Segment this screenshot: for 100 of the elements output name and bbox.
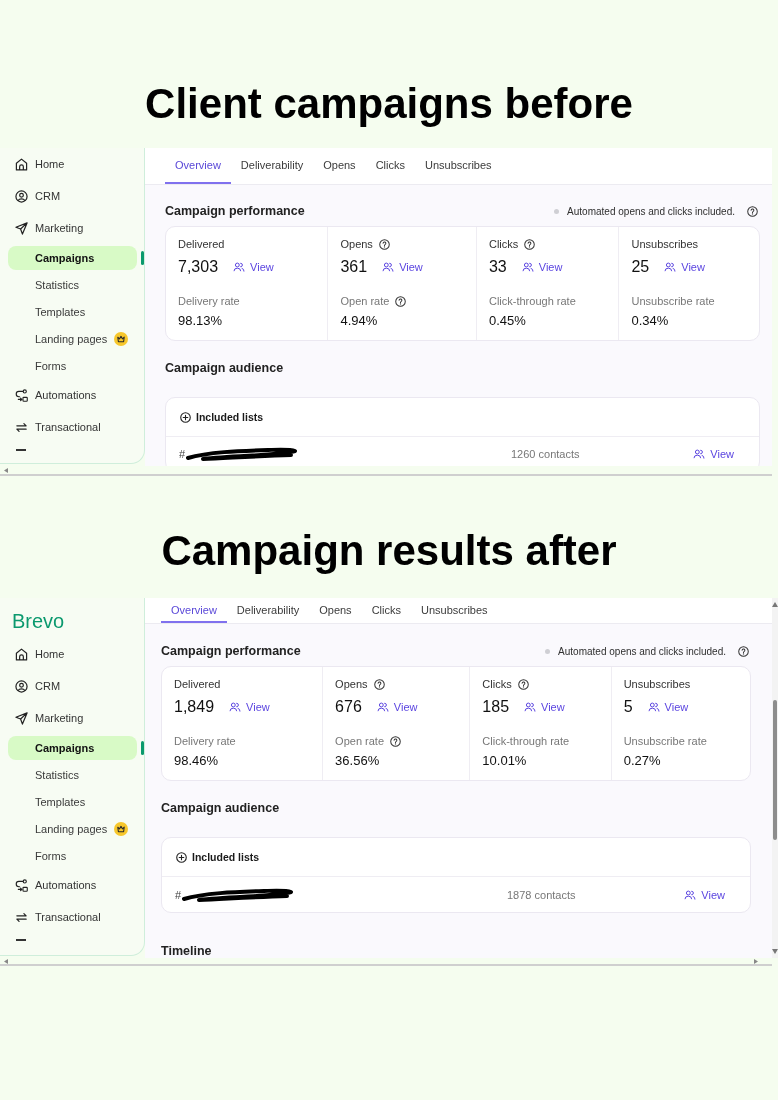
heading: Client campaigns before	[144, 80, 634, 128]
status-dot-icon	[554, 208, 560, 214]
tab[interactable]: Overview	[165, 148, 231, 184]
section-title: Campaign audience	[161, 800, 280, 817]
tab[interactable]: Clicks	[365, 148, 415, 184]
sidebar-subitem[interactable]: Forms	[8, 843, 137, 868]
scroll-right-arrow-icon[interactable]	[754, 958, 758, 964]
sidebar-item[interactable]: Home	[8, 642, 71, 666]
plus-circle-icon	[176, 851, 187, 863]
plus-circle-icon	[180, 411, 191, 423]
sidebar-subitem[interactable]: Campaigns	[8, 735, 137, 760]
view-link[interactable]: View	[684, 888, 725, 901]
tab[interactable]: Overview	[161, 598, 227, 623]
sidebar-subitem[interactable]: Statistics	[8, 272, 137, 297]
lists-title: Included lists	[192, 851, 260, 863]
people-icon	[693, 449, 706, 459]
view-link[interactable]: View	[233, 261, 274, 273]
help-icon[interactable]	[738, 645, 749, 657]
rate-label: Unsubscribe rate	[631, 295, 715, 307]
rate-label: Delivery rate	[178, 295, 240, 307]
help-icon[interactable]	[378, 238, 390, 250]
rate-value: 0.34%	[631, 313, 669, 329]
contacts-count: 1878 contacts	[507, 888, 577, 901]
view-link[interactable]: View	[664, 261, 705, 273]
note-text: Automated opens and clicks included.	[558, 645, 726, 657]
scroll-left-arrow-icon[interactable]	[4, 958, 8, 964]
lists-title: Included lists	[196, 411, 264, 423]
help-icon[interactable]	[373, 678, 385, 690]
people-icon	[376, 702, 389, 712]
note-text: Automated opens and clicks included.	[567, 205, 735, 217]
sidebar-subitem[interactable]: Statistics	[8, 762, 137, 787]
sidebar-item[interactable]: CRM	[8, 674, 67, 698]
metric-label: Unsubscribes	[631, 238, 699, 250]
metric-value: 1,849	[174, 698, 215, 716]
dash-icon	[16, 939, 26, 941]
help-icon[interactable]	[524, 238, 536, 250]
metric-value: 25	[631, 258, 650, 276]
view-link[interactable]: View	[693, 448, 734, 460]
tab[interactable]: Clicks	[361, 598, 411, 623]
paper-plane-icon	[15, 221, 28, 235]
sidebar-item[interactable]: Home	[8, 152, 71, 176]
rate-value: 10.01%	[482, 753, 527, 769]
rate-value: 0.27%	[623, 753, 661, 769]
scrollbar-thumb[interactable]	[773, 700, 777, 840]
help-icon[interactable]	[395, 295, 407, 307]
rate-value: 98.46%	[174, 753, 219, 769]
rate-value: 4.94%	[340, 313, 378, 329]
metric-label: Opens	[335, 678, 368, 690]
sidebar-item[interactable]: Transactional	[8, 415, 107, 439]
sidebar-item[interactable]: Automations	[8, 383, 103, 407]
rate-label: Click-through rate	[488, 295, 576, 307]
sidebar-item[interactable]: Automations	[8, 873, 103, 897]
tab[interactable]: Deliverability	[226, 598, 310, 623]
sidebar-item[interactable]: CRM	[8, 184, 67, 208]
sidebar-subitem[interactable]: Templates	[8, 789, 137, 814]
rate-value: 98.13%	[178, 313, 223, 329]
rate-label: Unsubscribe rate	[623, 735, 707, 747]
sidebar-subitem[interactable]: Templates	[8, 299, 137, 324]
people-icon	[684, 889, 697, 900]
help-icon[interactable]	[747, 205, 758, 217]
list-name: #	[179, 448, 186, 460]
tab[interactable]: Opens	[309, 598, 362, 623]
list-name: #	[175, 888, 182, 901]
scroll-left-arrow-icon[interactable]	[4, 467, 8, 473]
help-icon[interactable]	[517, 678, 529, 690]
view-link[interactable]: View	[229, 701, 270, 713]
tab[interactable]: Opens	[313, 148, 366, 184]
view-link[interactable]: View	[382, 261, 423, 273]
tab[interactable]: Unsubscribes	[410, 598, 498, 623]
section-title: Timeline	[161, 943, 212, 958]
view-link[interactable]: View	[647, 701, 689, 713]
tab[interactable]: Unsubscribes	[414, 148, 502, 184]
tab[interactable]: Deliverability	[230, 148, 314, 184]
metric-value: 185	[482, 698, 510, 716]
rate-label: Delivery rate	[174, 735, 236, 747]
rate-label: Open rate	[335, 735, 384, 747]
view-link[interactable]: View	[521, 261, 563, 273]
metric-value: 5	[623, 698, 633, 716]
rate-label: Click-through rate	[482, 735, 570, 747]
active-marker-icon	[141, 740, 144, 755]
view-link[interactable]: View	[524, 701, 565, 713]
sidebar-subitem[interactable]: Campaigns	[8, 245, 137, 270]
sidebar-subitem[interactable]: Landing pages	[8, 816, 137, 841]
metric-value: 361	[340, 258, 368, 276]
sidebar-subitem[interactable]: Forms	[8, 353, 137, 378]
sidebar-item[interactable]: Marketing	[8, 706, 90, 730]
section-title: Campaign performance	[165, 203, 305, 220]
view-link[interactable]: View	[376, 701, 418, 713]
section-title: Campaign audience	[165, 360, 284, 377]
help-icon[interactable]	[390, 735, 401, 747]
sidebar-item[interactable]: Transactional	[8, 905, 107, 929]
sidebar-subitem[interactable]: Landing pages	[8, 326, 137, 351]
rate-value: 0.45%	[488, 313, 526, 329]
rate-value: 36.56%	[335, 753, 380, 769]
scroll-down-arrow-icon[interactable]	[772, 949, 778, 954]
status-dot-icon	[545, 648, 551, 654]
metric-label: Delivered	[178, 238, 225, 250]
sidebar-item[interactable]: Marketing	[8, 216, 90, 240]
scroll-up-arrow-icon[interactable]	[772, 602, 778, 607]
metric-label: Clicks	[482, 678, 512, 690]
